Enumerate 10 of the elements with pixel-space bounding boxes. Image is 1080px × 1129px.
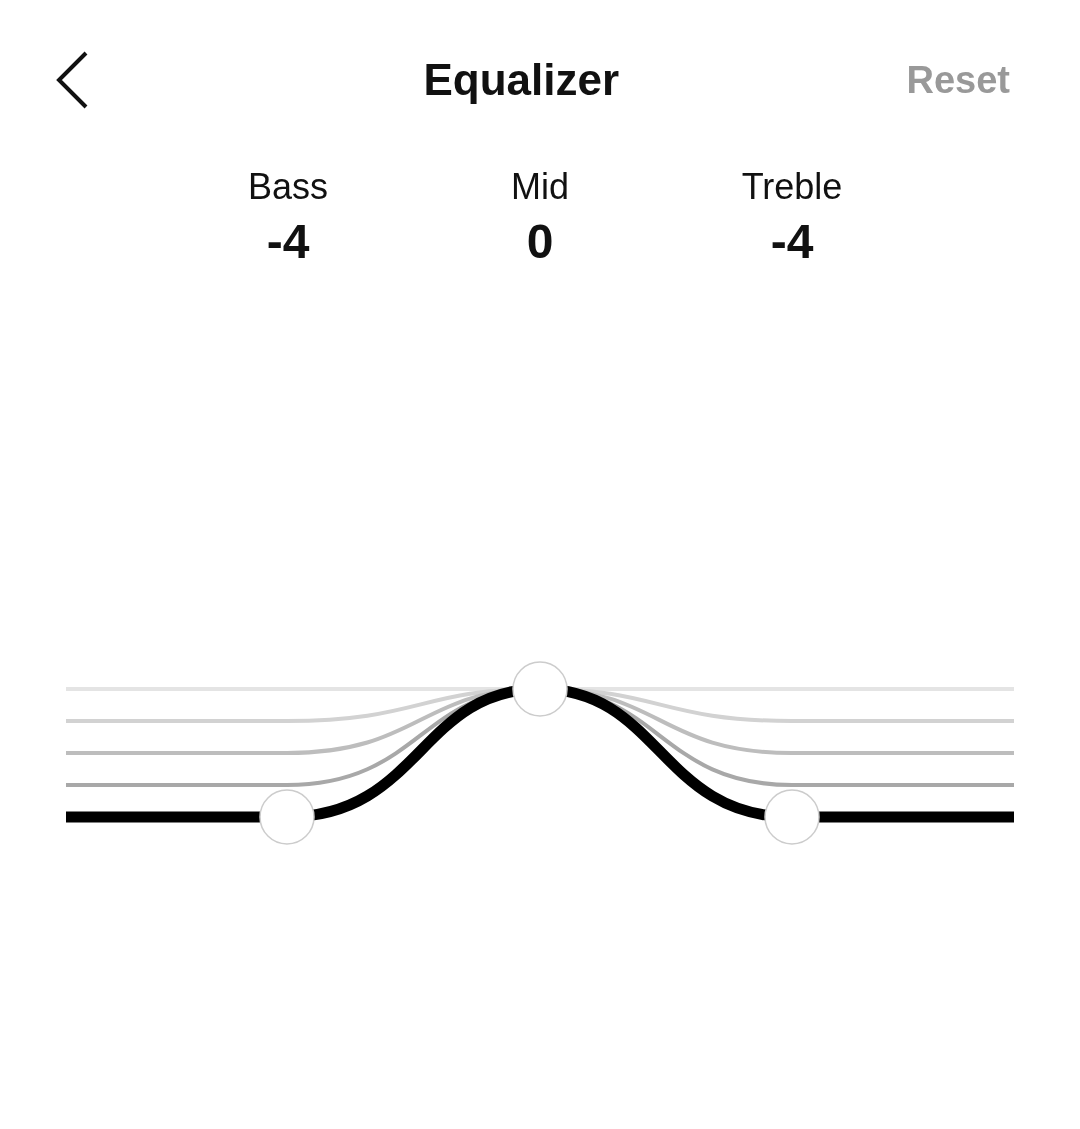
- screen-title: Equalizer: [423, 55, 620, 105]
- band-label: Bass: [247, 166, 328, 208]
- band-value: 0: [526, 214, 554, 269]
- band-label: Treble: [741, 166, 843, 208]
- band-handle[interactable]: [259, 789, 315, 845]
- band-value: -4: [770, 214, 814, 269]
- band-handle[interactable]: [512, 661, 568, 717]
- band-label: Mid: [511, 166, 569, 208]
- band-value: -4: [266, 214, 310, 269]
- band-handle[interactable]: [764, 789, 820, 845]
